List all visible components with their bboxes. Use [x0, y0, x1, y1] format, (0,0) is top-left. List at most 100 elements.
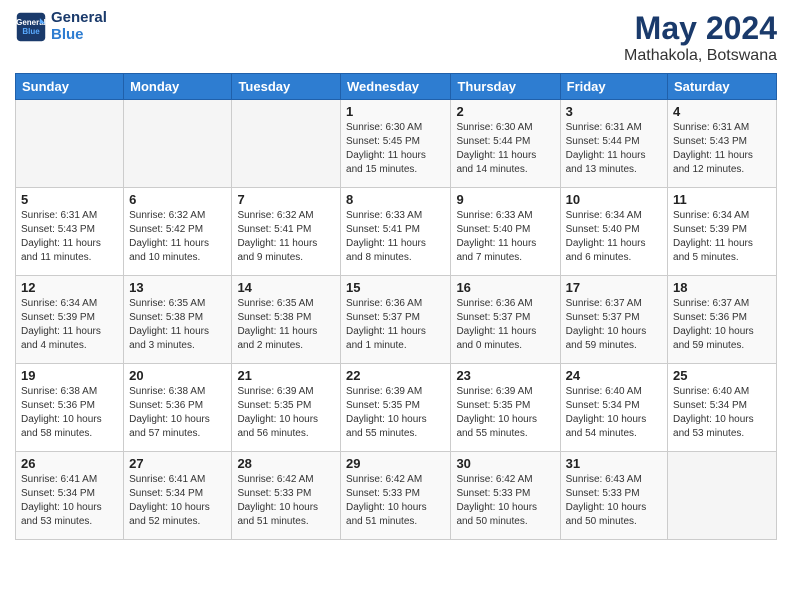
location-title: Mathakola, Botswana [624, 47, 777, 65]
calendar-cell: 13Sunrise: 6:35 AM Sunset: 5:38 PM Dayli… [124, 276, 232, 364]
day-number: 19 [21, 368, 118, 383]
calendar-week-row: 5 Sunrise: 6:31 AM Sunset: 5:43 PM Daylig… [16, 188, 777, 276]
day-number: 9 [456, 192, 554, 207]
calendar-week-row: 19 Sunrise: 6:38 AM Sunset: 5:36 PM Dayli… [16, 364, 777, 452]
calendar-cell: 4Sunrise: 6:31 AM Sunset: 5:43 PM Daylig… [668, 100, 777, 188]
day-info: Sunrise: 6:36 AM Sunset: 5:37 PM Dayligh… [456, 297, 554, 353]
day-number: 23 [456, 368, 554, 383]
day-info: Sunrise: 6:42 AM Sunset: 5:33 PM Dayligh… [456, 473, 554, 529]
day-info: Sunrise: 6:32 AM Sunset: 5:41 PM Dayligh… [237, 209, 335, 265]
day-info: Sunrise: 6:39 AM Sunset: 5:35 PM Dayligh… [346, 385, 445, 441]
calendar-cell: 17Sunrise: 6:37 AM Sunset: 5:37 PM Dayli… [560, 276, 667, 364]
calendar-cell: 29 Sunrise: 6:42 AM Sunset: 5:33 PM Dayli… [341, 452, 451, 540]
day-number: 14 [237, 280, 335, 295]
day-number: 29 [346, 456, 445, 471]
logo: General Blue General Blue [15, 10, 107, 43]
day-info: Sunrise: 6:39 AM Sunset: 5:35 PM Dayligh… [237, 385, 335, 441]
day-number: 30 [456, 456, 554, 471]
weekday-header: Sunday [16, 74, 124, 100]
calendar-cell: 25 Sunrise: 6:40 AM Sunset: 5:34 PM Dayli… [668, 364, 777, 452]
calendar-cell: 24 Sunrise: 6:40 AM Sunset: 5:34 PM Dayli… [560, 364, 667, 452]
calendar-cell: 28 Sunrise: 6:42 AM Sunset: 5:33 PM Dayli… [232, 452, 341, 540]
calendar-cell [124, 100, 232, 188]
day-number: 5 [21, 192, 118, 207]
calendar-cell: 16Sunrise: 6:36 AM Sunset: 5:37 PM Dayli… [451, 276, 560, 364]
calendar-cell [232, 100, 341, 188]
day-number: 27 [129, 456, 226, 471]
weekday-header: Thursday [451, 74, 560, 100]
day-info: Sunrise: 6:41 AM Sunset: 5:34 PM Dayligh… [21, 473, 118, 529]
weekday-header: Saturday [668, 74, 777, 100]
day-number: 22 [346, 368, 445, 383]
calendar-cell: 6 Sunrise: 6:32 AM Sunset: 5:42 PM Daylig… [124, 188, 232, 276]
day-info: Sunrise: 6:40 AM Sunset: 5:34 PM Dayligh… [566, 385, 662, 441]
day-info: Sunrise: 6:38 AM Sunset: 5:36 PM Dayligh… [129, 385, 226, 441]
day-number: 2 [456, 104, 554, 119]
calendar-cell: 18Sunrise: 6:37 AM Sunset: 5:36 PM Dayli… [668, 276, 777, 364]
calendar-cell: 26 Sunrise: 6:41 AM Sunset: 5:34 PM Dayli… [16, 452, 124, 540]
day-number: 7 [237, 192, 335, 207]
day-number: 21 [237, 368, 335, 383]
logo-blue: Blue [51, 27, 107, 44]
day-info: Sunrise: 6:31 AM Sunset: 5:44 PM Dayligh… [566, 121, 662, 177]
calendar-cell: 30 Sunrise: 6:42 AM Sunset: 5:33 PM Dayli… [451, 452, 560, 540]
day-info: Sunrise: 6:33 AM Sunset: 5:41 PM Dayligh… [346, 209, 445, 265]
weekday-header: Monday [124, 74, 232, 100]
calendar-cell: 22 Sunrise: 6:39 AM Sunset: 5:35 PM Dayli… [341, 364, 451, 452]
day-number: 31 [566, 456, 662, 471]
calendar-cell: 2Sunrise: 6:30 AM Sunset: 5:44 PM Daylig… [451, 100, 560, 188]
day-number: 6 [129, 192, 226, 207]
calendar-cell: 11 Sunrise: 6:34 AM Sunset: 5:39 PM Dayli… [668, 188, 777, 276]
day-number: 26 [21, 456, 118, 471]
calendar-cell: 3 Sunrise: 6:31 AM Sunset: 5:44 PM Daylig… [560, 100, 667, 188]
weekday-header: Wednesday [341, 74, 451, 100]
calendar-cell: 1 Sunrise: 6:30 AM Sunset: 5:45 PM Daylig… [341, 100, 451, 188]
day-number: 10 [566, 192, 662, 207]
day-number: 4 [673, 104, 771, 119]
calendar-week-row: 12Sunrise: 6:34 AM Sunset: 5:39 PM Dayli… [16, 276, 777, 364]
day-number: 24 [566, 368, 662, 383]
day-info: Sunrise: 6:42 AM Sunset: 5:33 PM Dayligh… [346, 473, 445, 529]
day-info: Sunrise: 6:41 AM Sunset: 5:34 PM Dayligh… [129, 473, 226, 529]
calendar-header-row: SundayMondayTuesdayWednesdayThursdayFrid… [16, 74, 777, 100]
weekday-header: Tuesday [232, 74, 341, 100]
month-title: May 2024 [624, 10, 777, 47]
calendar-cell: 19Sunrise: 6:38 AM Sunset: 5:36 PM Dayli… [16, 364, 124, 452]
calendar-cell: 10 Sunrise: 6:34 AM Sunset: 5:40 PM Dayli… [560, 188, 667, 276]
calendar-cell [16, 100, 124, 188]
svg-text:Blue: Blue [22, 27, 40, 36]
day-number: 15 [346, 280, 445, 295]
calendar-cell: 15Sunrise: 6:36 AM Sunset: 5:37 PM Dayli… [341, 276, 451, 364]
title-block: May 2024 Mathakola, Botswana [624, 10, 777, 65]
calendar-table: SundayMondayTuesdayWednesdayThursdayFrid… [15, 73, 777, 540]
day-number: 20 [129, 368, 226, 383]
day-info: Sunrise: 6:31 AM Sunset: 5:43 PM Dayligh… [21, 209, 118, 265]
day-info: Sunrise: 6:34 AM Sunset: 5:39 PM Dayligh… [673, 209, 771, 265]
day-info: Sunrise: 6:40 AM Sunset: 5:34 PM Dayligh… [673, 385, 771, 441]
day-info: Sunrise: 6:43 AM Sunset: 5:33 PM Dayligh… [566, 473, 662, 529]
calendar-cell: 7 Sunrise: 6:32 AM Sunset: 5:41 PM Daylig… [232, 188, 341, 276]
day-info: Sunrise: 6:34 AM Sunset: 5:39 PM Dayligh… [21, 297, 118, 353]
calendar-cell: 9Sunrise: 6:33 AM Sunset: 5:40 PM Daylig… [451, 188, 560, 276]
day-info: Sunrise: 6:34 AM Sunset: 5:40 PM Dayligh… [566, 209, 662, 265]
weekday-header: Friday [560, 74, 667, 100]
day-info: Sunrise: 6:42 AM Sunset: 5:33 PM Dayligh… [237, 473, 335, 529]
calendar-cell: 8 Sunrise: 6:33 AM Sunset: 5:41 PM Daylig… [341, 188, 451, 276]
day-number: 25 [673, 368, 771, 383]
day-number: 8 [346, 192, 445, 207]
day-info: Sunrise: 6:39 AM Sunset: 5:35 PM Dayligh… [456, 385, 554, 441]
calendar-week-row: 26 Sunrise: 6:41 AM Sunset: 5:34 PM Dayli… [16, 452, 777, 540]
day-info: Sunrise: 6:32 AM Sunset: 5:42 PM Dayligh… [129, 209, 226, 265]
day-info: Sunrise: 6:30 AM Sunset: 5:45 PM Dayligh… [346, 121, 445, 177]
calendar-cell: 21 Sunrise: 6:39 AM Sunset: 5:35 PM Dayli… [232, 364, 341, 452]
calendar-cell: 31 Sunrise: 6:43 AM Sunset: 5:33 PM Dayli… [560, 452, 667, 540]
day-number: 1 [346, 104, 445, 119]
calendar-cell: 14Sunrise: 6:35 AM Sunset: 5:38 PM Dayli… [232, 276, 341, 364]
day-number: 11 [673, 192, 771, 207]
day-number: 18 [673, 280, 771, 295]
day-info: Sunrise: 6:37 AM Sunset: 5:37 PM Dayligh… [566, 297, 662, 353]
day-number: 3 [566, 104, 662, 119]
calendar-cell [668, 452, 777, 540]
calendar-cell: 20 Sunrise: 6:38 AM Sunset: 5:36 PM Dayli… [124, 364, 232, 452]
day-number: 28 [237, 456, 335, 471]
